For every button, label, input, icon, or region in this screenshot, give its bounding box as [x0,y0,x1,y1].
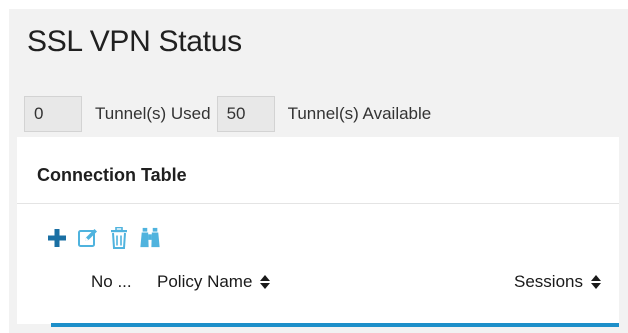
sort-icon [590,275,601,289]
table-header-divider [51,323,619,327]
column-header-policy-name-label: Policy Name [157,272,253,291]
table-header-row: No ... Policy Name Sessions [17,264,619,300]
column-header-sessions[interactable]: Sessions [514,272,601,292]
table-toolbar [46,225,161,251]
tunnels-available-field: 50 [216,96,275,132]
tunnels-used-label: Tunnel(s) Used [95,104,211,123]
edit-button[interactable] [77,226,99,250]
add-button[interactable] [46,226,68,250]
column-header-number-label: No ... [91,272,132,291]
binoculars-icon [140,227,160,248]
trash-icon [111,227,127,249]
search-button[interactable] [139,226,161,250]
column-header-policy-name[interactable]: Policy Name [157,272,271,292]
tunnel-summary: 0 Tunnel(s) Used 50 Tunnel(s) Available [24,96,437,132]
tunnels-available-label: Tunnel(s) Available [287,104,432,123]
sort-icon [260,275,271,289]
connection-table-title: Connection Table [17,137,619,204]
edit-icon [78,229,97,247]
page-title: SSL VPN Status [27,25,242,58]
tunnels-used-field: 0 [24,96,82,132]
plus-icon [48,229,66,247]
column-header-sessions-label: Sessions [514,272,583,291]
connection-table-panel: Connection Table No ... Policy Name Sess… [17,137,619,327]
column-header-number[interactable]: No ... [91,272,132,292]
delete-button[interactable] [108,226,130,250]
